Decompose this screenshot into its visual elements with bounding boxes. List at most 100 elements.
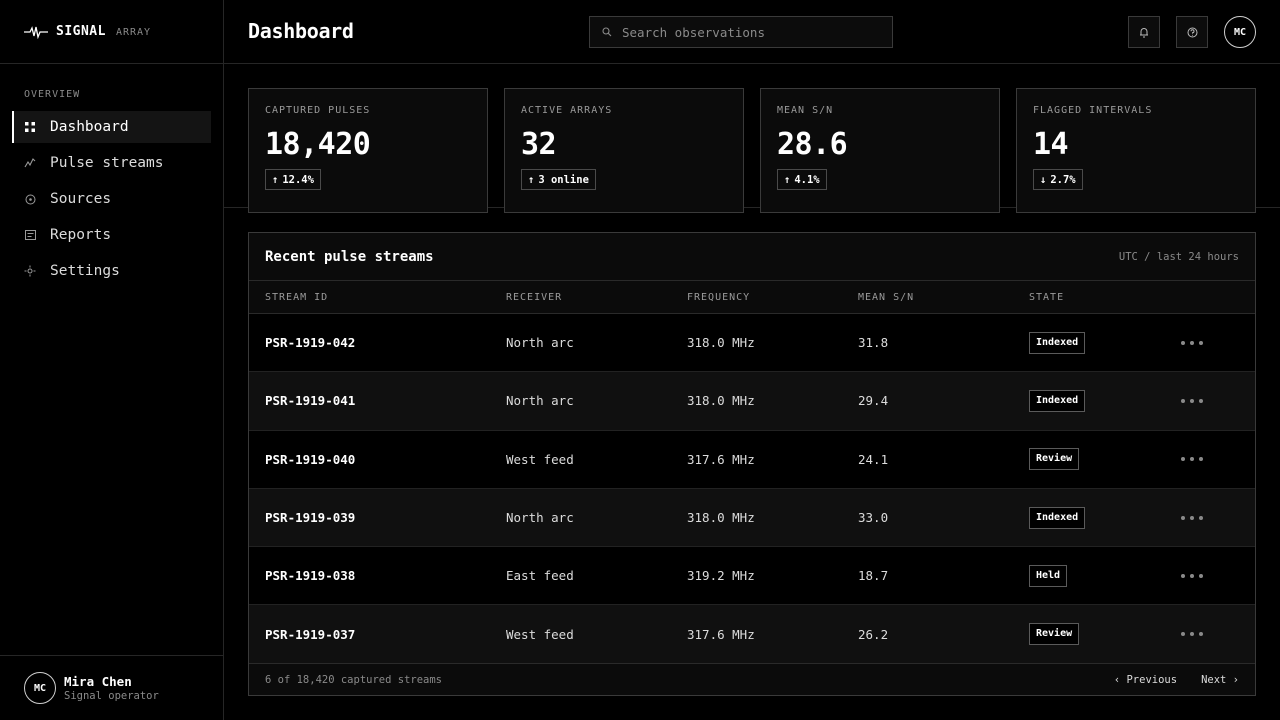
brand-sub: ARRAY <box>115 27 152 38</box>
status-badge: Indexed <box>1029 331 1086 354</box>
sidebar: SIGNAL ARRAY OVERVIEW Dashboard Pulse st… <box>0 0 224 720</box>
row-menu-button[interactable] <box>1181 573 1203 578</box>
top-bar: Dashboard MC <box>224 0 1280 64</box>
state-cell: Indexed <box>1029 389 1179 412</box>
sidebar-item-dashboard[interactable]: Dashboard <box>12 111 211 143</box>
search-icon <box>602 27 612 37</box>
user-info: Mira Chen Signal operator <box>64 674 159 702</box>
page-title: Dashboard <box>248 19 354 43</box>
sidebar-item-settings[interactable]: Settings <box>12 255 211 287</box>
column-header[interactable]: STREAM ID <box>265 292 506 303</box>
state-cell: Held <box>1029 564 1179 587</box>
brand-name: SIGNAL <box>56 24 106 39</box>
more-icon-dot <box>1190 398 1194 403</box>
table-row[interactable]: PSR-1919-037 West feed 317.6 MHz 26.2 Re… <box>249 605 1255 664</box>
state-cell: Review <box>1029 448 1179 471</box>
delta-text: 4.1% <box>794 173 820 186</box>
mean-sn: 29.4 <box>858 393 889 409</box>
grid-icon <box>24 121 36 133</box>
table-row[interactable]: PSR-1919-042 North arc 318.0 MHz 31.8 In… <box>249 314 1255 373</box>
stat-value: 18,420 <box>265 127 371 162</box>
row-menu-button[interactable] <box>1181 398 1203 403</box>
receiver: East feed <box>506 568 574 584</box>
more-icon-dot <box>1199 398 1203 403</box>
sidebar-item-pulse-streams[interactable]: Pulse streams <box>12 147 211 179</box>
panel-title: Recent pulse streams <box>265 248 434 265</box>
more-icon-dot <box>1190 632 1194 637</box>
delta-text: 12.4% <box>282 173 314 186</box>
stat-label: MEAN S/N <box>777 105 834 116</box>
report-icon <box>24 229 36 241</box>
column-header[interactable]: FREQUENCY <box>687 292 858 303</box>
stream-id[interactable]: PSR-1919-037 <box>265 627 506 642</box>
user-profile[interactable]: MC Mira Chen Signal operator <box>0 655 223 720</box>
user-name: Mira Chen <box>64 674 132 689</box>
arrow-up-icon: ↑ <box>272 173 279 186</box>
receiver: North arc <box>506 510 574 526</box>
arrow-up-icon: ↑ <box>784 173 791 186</box>
table-row[interactable]: PSR-1919-038 East feed 319.2 MHz 18.7 He… <box>249 547 1255 606</box>
stream-id[interactable]: PSR-1919-042 <box>265 335 506 350</box>
table-row[interactable]: PSR-1919-040 West feed 317.6 MHz 24.1 Re… <box>249 430 1255 489</box>
status-badge: Review <box>1029 448 1080 471</box>
stat-delta: ↑ 4.1% <box>777 169 827 190</box>
stat-delta: ↑ 3 online <box>521 169 596 190</box>
search-input[interactable] <box>622 24 882 40</box>
column-header[interactable]: RECEIVER <box>506 292 687 303</box>
previous-page-button[interactable]: ‹ Previous <box>1114 674 1177 686</box>
arrow-up-icon: ↑ <box>528 173 535 186</box>
more-icon-dot <box>1190 457 1194 462</box>
panel-meta: UTC / last 24 hours <box>1118 250 1239 263</box>
table-row[interactable]: PSR-1919-041 North arc 318.0 MHz 29.4 In… <box>249 372 1255 431</box>
arrow-down-icon: ↓ <box>1040 173 1047 186</box>
stat-delta: ↓ 2.7% <box>1033 169 1083 190</box>
notifications-button[interactable] <box>1128 16 1160 48</box>
help-button[interactable] <box>1176 16 1208 48</box>
stat-card-flagged-intervals: FLAGGED INTERVALS 14 ↓ 2.7% <box>1016 88 1256 213</box>
stat-card-active-arrays: ACTIVE ARRAYS 32 ↑ 3 online <box>504 88 744 213</box>
receiver: West feed <box>506 626 574 642</box>
bell-icon <box>1140 27 1148 37</box>
gear-icon <box>24 265 36 277</box>
sidebar-item-label: Dashboard <box>50 119 129 135</box>
table-row[interactable]: PSR-1919-039 North arc 318.0 MHz 33.0 In… <box>249 488 1255 548</box>
row-menu-button[interactable] <box>1181 457 1203 462</box>
stream-id[interactable]: PSR-1919-039 <box>265 510 506 525</box>
mean-sn: 31.8 <box>858 335 889 351</box>
signal-wave-icon <box>24 25 48 39</box>
account-avatar[interactable]: MC <box>1224 16 1256 48</box>
target-icon <box>24 193 36 205</box>
row-menu-button[interactable] <box>1181 515 1203 520</box>
sidebar-item-label: Sources <box>50 191 112 207</box>
panel-footer: 6 of 18,420 captured streams ‹ Previous … <box>249 663 1255 695</box>
stream-id[interactable]: PSR-1919-040 <box>265 452 506 467</box>
frequency: 318.0 MHz <box>687 335 755 351</box>
stat-card-mean-sn: MEAN S/N 28.6 ↑ 4.1% <box>760 88 1000 213</box>
more-icon-dot <box>1190 573 1194 578</box>
more-icon-dot <box>1181 573 1185 578</box>
sidebar-item-label: Pulse streams <box>50 155 164 171</box>
frequency: 317.6 MHz <box>687 626 755 642</box>
search-box[interactable] <box>589 16 893 48</box>
receiver: North arc <box>506 335 574 351</box>
mean-sn: 18.7 <box>858 568 889 584</box>
status-badge: Held <box>1029 564 1068 587</box>
stat-value: 32 <box>521 127 557 162</box>
avatar: MC <box>24 672 56 704</box>
row-menu-button[interactable] <box>1181 340 1203 345</box>
more-icon-dot <box>1199 573 1203 578</box>
more-icon-dot <box>1181 515 1185 520</box>
status-badge: Indexed <box>1029 506 1086 529</box>
next-page-button[interactable]: Next › <box>1201 674 1239 686</box>
sidebar-item-reports[interactable]: Reports <box>12 219 211 251</box>
sidebar-item-sources[interactable]: Sources <box>12 183 211 215</box>
column-header[interactable]: STATE <box>1029 292 1179 303</box>
mean-sn: 33.0 <box>858 510 889 526</box>
stream-id[interactable]: PSR-1919-038 <box>265 568 506 583</box>
sidebar-item-label: Reports <box>50 227 112 243</box>
stream-id[interactable]: PSR-1919-041 <box>265 393 506 408</box>
column-header[interactable]: MEAN S/N <box>858 292 1029 303</box>
row-menu-button[interactable] <box>1181 632 1203 637</box>
stat-label: ACTIVE ARRAYS <box>521 105 613 116</box>
sidebar-item-label: Settings <box>50 263 120 279</box>
